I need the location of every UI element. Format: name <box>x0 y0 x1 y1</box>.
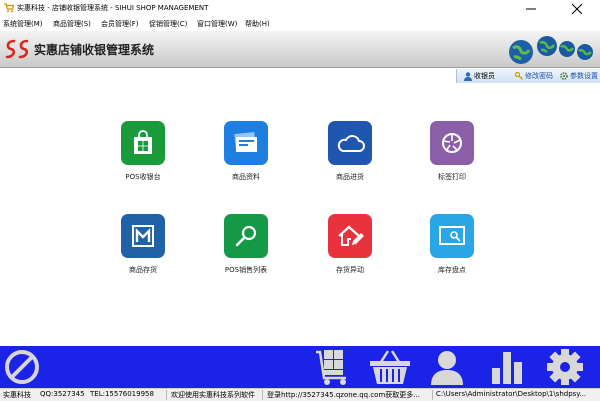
close-icon <box>572 3 582 14</box>
status-separator <box>166 390 167 400</box>
status-separator <box>262 390 263 400</box>
menu-bar: 系统管理(M) 商品管理(S) 会员管理(F) 促销管理(C) 窗口管理(W) … <box>0 17 600 31</box>
aperture-icon <box>430 121 474 165</box>
key-icon <box>515 72 523 80</box>
status-path: C:\Users\Administrator\Desktop\1\shdpsy.… <box>436 390 587 398</box>
tile-label: 库存盘点 <box>438 266 466 274</box>
tile-label-print[interactable]: 标签打印 <box>412 121 492 182</box>
status-welcome: 欢迎使用实惠科技系列软件 <box>171 391 255 399</box>
change-password-label: 修改密码 <box>525 72 553 80</box>
cards-icon <box>224 121 268 165</box>
globe-icon <box>509 40 533 64</box>
tile-label: POS销售列表 <box>224 266 268 274</box>
tile-label: 存货异动 <box>336 266 364 274</box>
menu-system[interactable]: 系统管理(M) <box>3 19 43 29</box>
quick-taskbar <box>0 346 600 388</box>
menu-help[interactable]: 帮助(H) <box>245 19 270 29</box>
user-icon <box>464 71 472 81</box>
status-separator <box>432 390 433 400</box>
menu-promotion[interactable]: 促销管理(C) <box>149 19 187 29</box>
user-bar: 收银员 修改密码 参数设置 <box>0 68 600 84</box>
tile-label: 商品存货 <box>129 266 157 274</box>
minimize-button[interactable] <box>508 0 554 17</box>
tile-label: 商品资料 <box>232 173 260 181</box>
status-tel: TEL:15576019958 <box>90 390 154 398</box>
tile-pos-sales-list[interactable]: POS销售列表 <box>206 214 286 275</box>
menu-product[interactable]: 商品管理(S) <box>53 19 91 29</box>
user-label: 收银员 <box>474 72 495 80</box>
app-banner: 实惠店铺收银管理系统 <box>0 31 600 68</box>
close-button[interactable] <box>554 0 600 17</box>
main-area: POS收银台 商品资料 商品进货 标签打印 商品存货 POS销售列表 存货异动 … <box>0 84 600 346</box>
status-company: 实惠科技 <box>3 391 31 399</box>
tile-label: POS收银台 <box>125 173 161 181</box>
tile-product-purchase[interactable]: 商品进货 <box>310 121 390 182</box>
settings-link[interactable]: 参数设置 <box>560 71 598 81</box>
cloud-icon <box>328 121 372 165</box>
person-icon[interactable] <box>428 348 466 386</box>
tile-label: 商品进货 <box>336 173 364 181</box>
house-edit-icon <box>328 214 372 258</box>
no-entry-icon[interactable] <box>3 348 41 386</box>
globe-icon <box>559 41 575 57</box>
status-login-link[interactable]: 登录http://3527345.qzone.qq.com获取更多... <box>267 390 429 400</box>
settings-label: 参数设置 <box>570 72 598 80</box>
status-bar: 实惠科技 QQ:3527345 TEL:15576019958 欢迎使用实惠科技… <box>0 388 600 401</box>
title-bar: 实惠科技 - 店铺收银管理系统 - SIHUI SHOP MANAGEMENT <box>0 0 600 17</box>
globe-icon <box>537 36 557 56</box>
menu-member[interactable]: 会员管理(F) <box>101 19 139 29</box>
tile-product-info[interactable]: 商品资料 <box>206 121 286 182</box>
search-icon <box>224 214 268 258</box>
minimize-icon <box>526 8 536 9</box>
app-cart-icon <box>4 3 14 13</box>
menu-window[interactable]: 窗口管理(W) <box>197 19 237 29</box>
globe-icon <box>577 44 593 60</box>
change-password-link[interactable]: 修改密码 <box>515 71 553 81</box>
tile-label: 标签打印 <box>438 173 466 181</box>
settings-icon <box>560 72 568 80</box>
box-m-icon <box>121 214 165 258</box>
cart-icon[interactable] <box>312 348 354 386</box>
bar-chart-icon[interactable] <box>488 348 526 386</box>
logo-icon <box>5 39 29 59</box>
tile-product-stock[interactable]: 商品存货 <box>103 214 183 275</box>
gear-icon[interactable] <box>545 348 585 386</box>
tile-inventory-check[interactable]: 库存盘点 <box>412 214 492 275</box>
status-qq: QQ:3527345 <box>40 390 85 398</box>
window-title: 实惠科技 - 店铺收银管理系统 - SIHUI SHOP MANAGEMENT <box>17 4 209 12</box>
basket-icon[interactable] <box>368 348 412 386</box>
shopping-bag-icon <box>121 121 165 165</box>
user-indicator: 收银员 <box>464 71 495 81</box>
tile-stock-movement[interactable]: 存货异动 <box>310 214 390 275</box>
system-title: 实惠店铺收银管理系统 <box>34 43 155 57</box>
monitor-icon <box>430 214 474 258</box>
tile-pos-checkout[interactable]: POS收银台 <box>103 121 183 182</box>
